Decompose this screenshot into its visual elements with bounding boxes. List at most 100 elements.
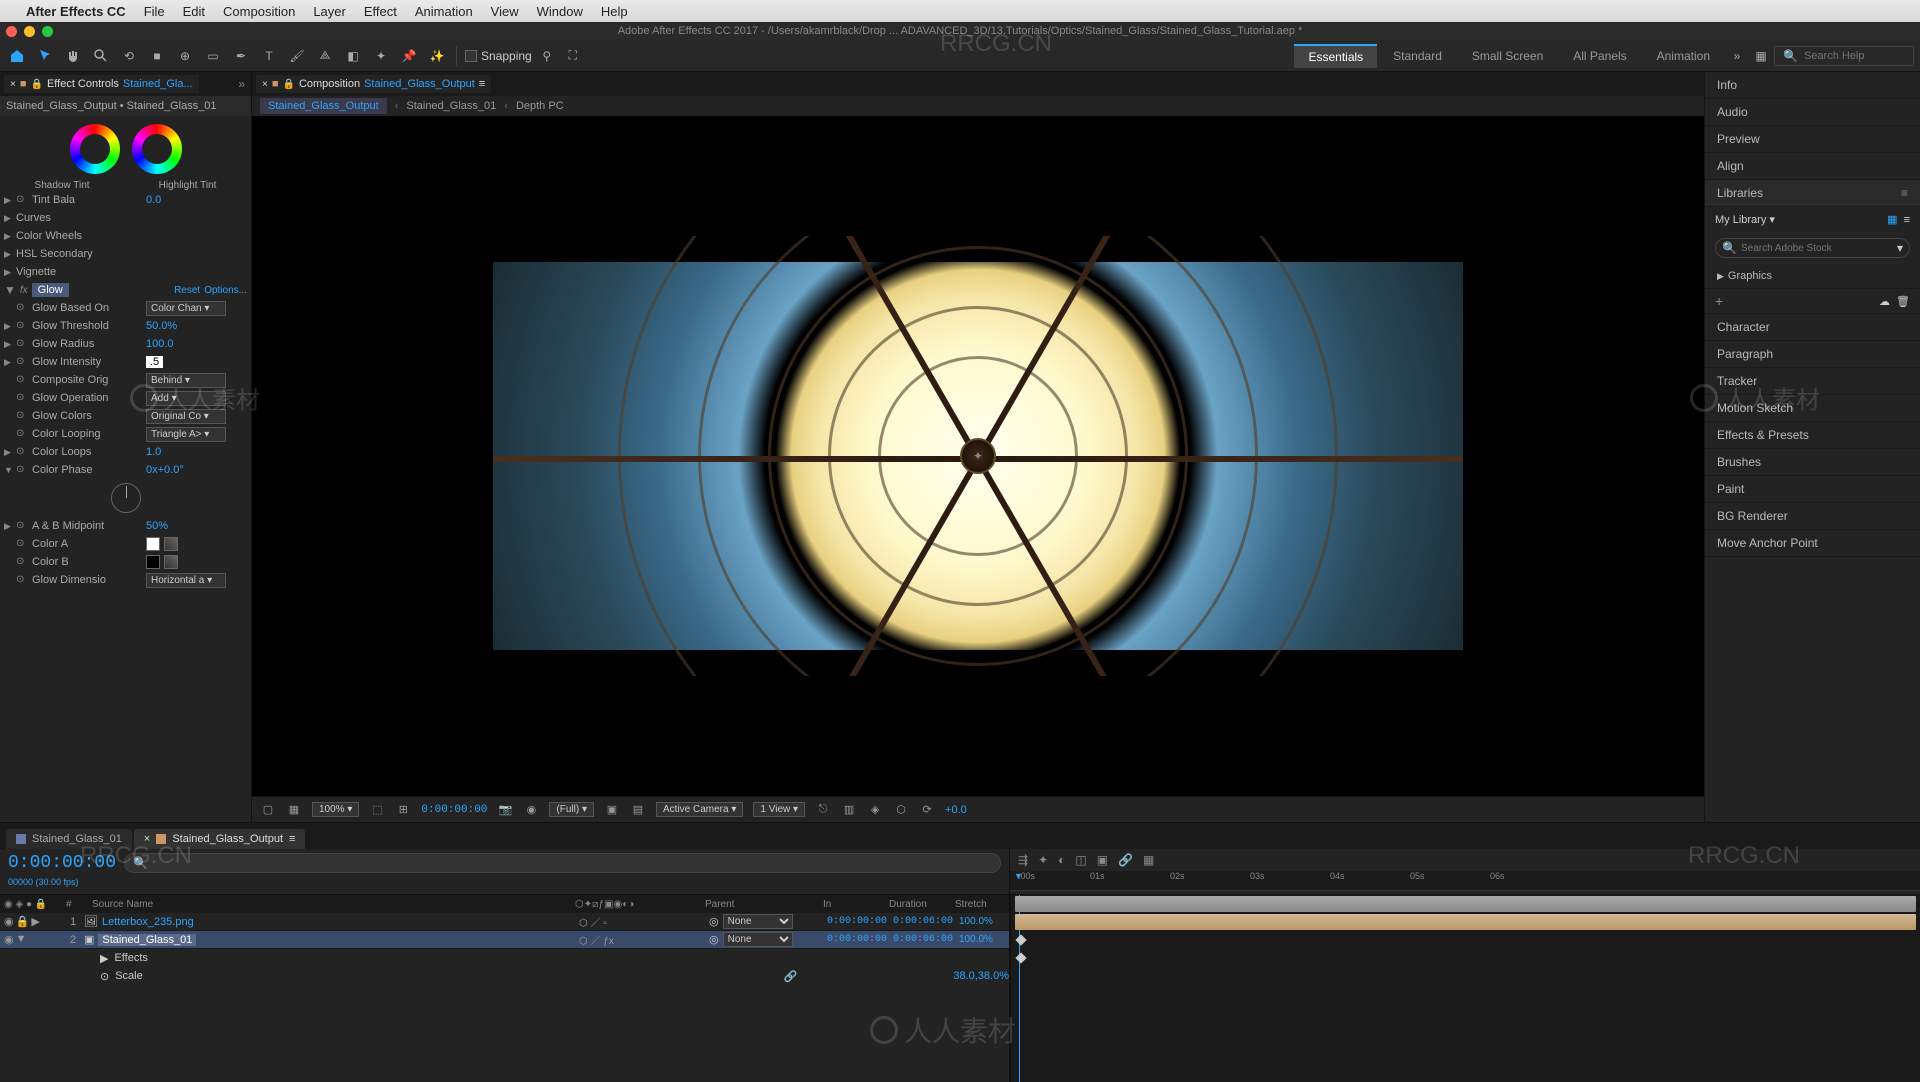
color-b-swatch[interactable]: [146, 555, 160, 569]
color-mgmt-icon[interactable]: ◈: [867, 802, 883, 818]
glow-threshold-value[interactable]: 50.0%: [146, 320, 177, 332]
lock-icon[interactable]: 🔒: [16, 915, 30, 928]
link-icon[interactable]: 🔗: [784, 970, 798, 983]
stock-search-input[interactable]: [1741, 243, 1893, 254]
layer-row-2[interactable]: ◉ ▼ 2 ▣Stained_Glass_01 ⬡ ／ ƒx ◎None 0:0…: [0, 931, 1009, 949]
wand-tool-icon[interactable]: ✨: [426, 45, 448, 67]
reset-exposure-icon[interactable]: ⟳: [919, 802, 935, 818]
pen-tool-icon[interactable]: ✒: [230, 45, 252, 67]
close-window-button[interactable]: [6, 26, 17, 37]
tab-menu-icon[interactable]: ≡: [289, 833, 295, 845]
glow-dimension-dropdown[interactable]: Horizontal a ▾: [146, 573, 226, 588]
views-select[interactable]: 1 View ▾: [753, 802, 805, 817]
workspace-all-panels[interactable]: All Panels: [1559, 45, 1640, 67]
brush-tool-icon[interactable]: 🖌: [286, 45, 308, 67]
selection-tool-icon[interactable]: [34, 45, 56, 67]
close-icon[interactable]: ×: [144, 833, 150, 845]
glow-composite-dropdown[interactable]: Behind ▾: [146, 373, 226, 388]
add-icon[interactable]: +: [1715, 293, 1723, 309]
color-a-swatch[interactable]: [146, 537, 160, 551]
effect-controls-tab[interactable]: × ■ 🔒 Effect Controls Stained_Gla...: [4, 75, 199, 93]
snap-options-icon[interactable]: ⚲: [536, 45, 558, 67]
timeline-tracks[interactable]: [1010, 895, 1920, 1082]
link-icon[interactable]: 🔗: [1118, 853, 1133, 867]
panel-audio[interactable]: Audio: [1705, 99, 1920, 126]
pan-behind-tool-icon[interactable]: ⊕: [174, 45, 196, 67]
camera-tool-icon[interactable]: ■: [146, 45, 168, 67]
channel-icon[interactable]: ◉: [523, 802, 539, 818]
panel-preview[interactable]: Preview: [1705, 126, 1920, 153]
cloud-sync-icon[interactable]: ☁: [1879, 295, 1890, 308]
timeline-tab-1[interactable]: ×Stained_Glass_Output≡: [134, 829, 306, 849]
menu-edit[interactable]: Edit: [183, 4, 205, 19]
roi-icon[interactable]: ⬚: [369, 802, 385, 818]
duration[interactable]: 0:00:06:00: [893, 934, 959, 945]
grid-view-icon[interactable]: ▦: [1887, 213, 1897, 226]
track-bar-2[interactable]: [1015, 914, 1916, 930]
workspace-menu-icon[interactable]: ▦: [1750, 45, 1772, 67]
resolution-select[interactable]: (Full) ▾: [549, 802, 594, 817]
rotation-tool-icon[interactable]: ⟲: [118, 45, 140, 67]
guides-icon[interactable]: ⊞: [395, 802, 411, 818]
trash-icon[interactable]: 🗑: [1896, 295, 1910, 308]
glow-operation-dropdown[interactable]: Add ▾: [146, 391, 226, 406]
panel-paragraph[interactable]: Paragraph: [1705, 341, 1920, 368]
pixel-aspect-icon[interactable]: ▥: [841, 802, 857, 818]
hand-tool-icon[interactable]: [62, 45, 84, 67]
eye-icon[interactable]: ◉: [4, 915, 14, 928]
pickwhip-icon[interactable]: ◎: [709, 915, 719, 928]
reset-button[interactable]: Reset: [174, 285, 200, 296]
panel-paint[interactable]: Paint: [1705, 476, 1920, 503]
effects-sublayer[interactable]: ▶Effects: [0, 949, 1009, 967]
layer-row-1[interactable]: ◉ 🔒 ▶ 1 🖼Letterbox_235.png ⬡ ／ ▫ ◎None 0…: [0, 913, 1009, 931]
panel-bg-renderer[interactable]: BG Renderer: [1705, 503, 1920, 530]
stretch[interactable]: 100.0%: [959, 934, 1009, 945]
glow-phase-value[interactable]: 0x+0.0°: [146, 464, 184, 476]
eye-icon[interactable]: ◉: [4, 933, 14, 946]
parent-select[interactable]: None: [723, 914, 793, 929]
timeline-timecode[interactable]: 0:00:00:00: [8, 853, 116, 873]
panel-brushes[interactable]: Brushes: [1705, 449, 1920, 476]
glow-intensity-value[interactable]: .5: [146, 356, 163, 368]
transparency-grid-icon[interactable]: ▦: [286, 802, 302, 818]
glow-looping-dropdown[interactable]: Triangle A> ▾: [146, 427, 226, 442]
panel-libraries[interactable]: Libraries ≡: [1705, 180, 1920, 207]
menu-help[interactable]: Help: [601, 4, 628, 19]
workspace-overflow-icon[interactable]: »: [1726, 45, 1748, 67]
bounds-icon[interactable]: ▣: [1097, 853, 1108, 867]
options-button[interactable]: Options...: [204, 285, 247, 296]
glow-effect-header[interactable]: ▼ fx Glow Reset Options...: [0, 281, 251, 299]
workspace-standard[interactable]: Standard: [1379, 45, 1456, 67]
graph-editor-icon[interactable]: ◫: [1075, 853, 1086, 867]
zoom-tool-icon[interactable]: [90, 45, 112, 67]
composition-tab[interactable]: × ■ 🔒 Composition Stained_Glass_Output ≡: [256, 75, 491, 93]
search-help-input[interactable]: [1804, 50, 1904, 62]
parent-select[interactable]: None: [723, 932, 793, 947]
layer-name[interactable]: Stained_Glass_01: [98, 934, 196, 946]
puppet-tool-icon[interactable]: 📌: [398, 45, 420, 67]
share-icon[interactable]: ⎋: [815, 802, 831, 818]
lock-icon[interactable]: 🔒: [283, 79, 295, 90]
zoom-select[interactable]: 100% ▾: [312, 802, 359, 817]
flowchart-icon[interactable]: ⬡: [893, 802, 909, 818]
glow-colors-dropdown[interactable]: Original Co ▾: [146, 409, 226, 424]
my-library-dropdown[interactable]: My Library ▾: [1715, 213, 1881, 226]
panel-tracker[interactable]: Tracker: [1705, 368, 1920, 395]
close-icon[interactable]: ×: [10, 79, 16, 90]
fast-preview-icon[interactable]: ▣: [604, 802, 620, 818]
panel-effects-presets[interactable]: Effects & Presets: [1705, 422, 1920, 449]
color-b-picker[interactable]: [164, 555, 178, 569]
snapping-checkbox[interactable]: [465, 50, 477, 62]
current-time[interactable]: 0:00:00:00: [421, 804, 487, 816]
list-view-icon[interactable]: ≡: [1904, 214, 1910, 226]
eraser-tool-icon[interactable]: ◧: [342, 45, 364, 67]
panel-info[interactable]: Info: [1705, 72, 1920, 99]
glow-loops-value[interactable]: 1.0: [146, 446, 161, 458]
maximize-window-button[interactable]: [42, 26, 53, 37]
duration[interactable]: 0:00:06:00: [893, 916, 959, 927]
menu-effect[interactable]: Effect: [364, 4, 397, 19]
panel-menu-icon[interactable]: ≡: [1901, 186, 1908, 200]
timeline-search[interactable]: 🔍: [124, 853, 1001, 873]
highlight-tint-wheel[interactable]: [132, 124, 182, 174]
stretch[interactable]: 100.0%: [959, 916, 1009, 927]
